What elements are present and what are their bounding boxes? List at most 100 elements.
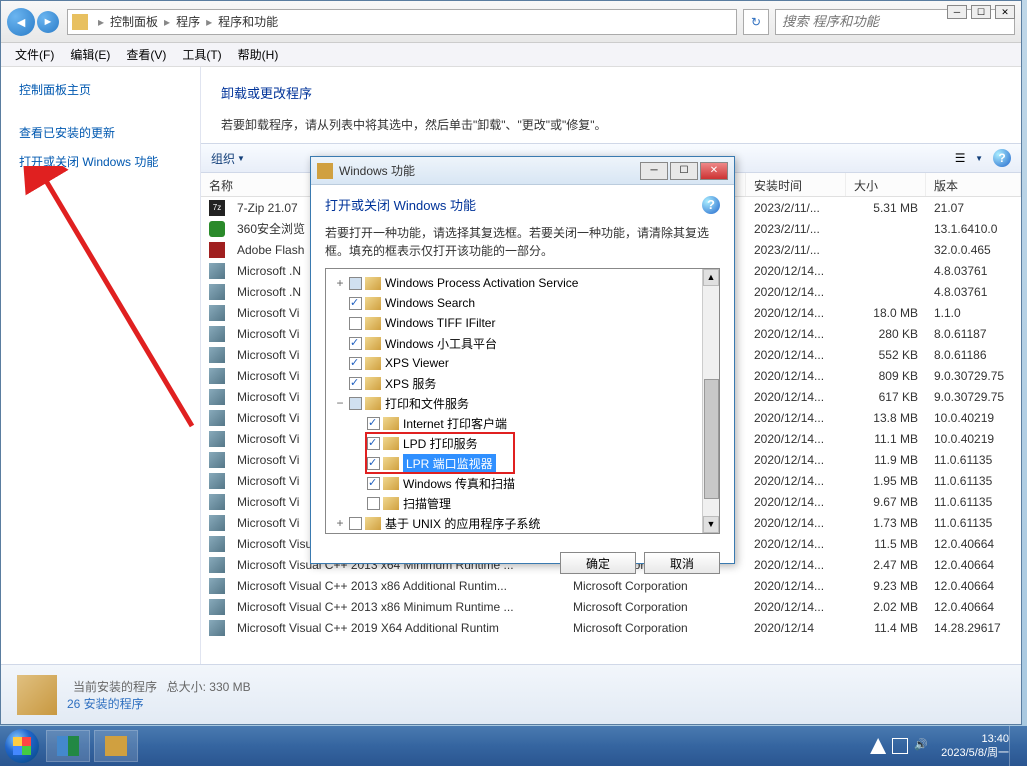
program-publisher: Microsoft Corporation bbox=[565, 596, 746, 618]
feature-item[interactable]: Internet 打印客户端 bbox=[328, 413, 717, 433]
program-version: 12.0.40664 bbox=[926, 596, 1021, 618]
program-icon bbox=[209, 263, 225, 279]
dialog-minimize[interactable]: ─ bbox=[640, 162, 668, 180]
forward-button[interactable]: ► bbox=[37, 11, 59, 33]
feature-item[interactable]: −打印和文件服务 bbox=[328, 393, 717, 413]
expand-icon[interactable]: + bbox=[334, 276, 346, 290]
program-date: 2020/12/14... bbox=[746, 533, 846, 555]
menu-help[interactable]: 帮助(H) bbox=[230, 44, 287, 65]
program-version: 11.0.61135 bbox=[926, 491, 1021, 513]
menu-edit[interactable]: 编辑(E) bbox=[62, 44, 118, 65]
menu-view[interactable]: 查看(V) bbox=[118, 44, 174, 65]
feature-checkbox[interactable] bbox=[367, 417, 380, 430]
program-version: 14.28.29617 bbox=[926, 617, 1021, 639]
program-date: 2020/12/14 bbox=[746, 617, 846, 639]
feature-item[interactable]: Windows 传真和扫描 bbox=[328, 473, 717, 493]
feature-checkbox[interactable] bbox=[367, 437, 380, 450]
breadcrumb-part[interactable]: 程序 bbox=[174, 13, 202, 30]
feature-checkbox[interactable] bbox=[367, 457, 380, 470]
help-icon[interactable]: ? bbox=[993, 149, 1011, 167]
program-row[interactable]: Microsoft Visual C++ 2013 x86 Minimum Ru… bbox=[201, 596, 1021, 617]
feature-item[interactable]: LPR 端口监视器 bbox=[328, 453, 717, 473]
taskbar-item[interactable] bbox=[46, 730, 90, 762]
action-center-icon[interactable] bbox=[892, 738, 908, 754]
feature-item[interactable]: Windows Search bbox=[328, 293, 717, 313]
feature-checkbox[interactable] bbox=[349, 517, 362, 530]
organize-dropdown-icon[interactable]: ▼ bbox=[237, 154, 245, 163]
sidebar-title[interactable]: 控制面板主页 bbox=[19, 81, 182, 106]
feature-checkbox[interactable] bbox=[349, 337, 362, 350]
cancel-button[interactable]: 取消 bbox=[644, 552, 720, 574]
minimize-button[interactable]: ─ bbox=[947, 5, 967, 19]
clock[interactable]: 13:40 2023/5/8/周一 bbox=[941, 732, 1009, 761]
tray-icon[interactable] bbox=[870, 738, 886, 754]
show-desktop[interactable] bbox=[1009, 726, 1019, 766]
program-date: 2020/12/14... bbox=[746, 491, 846, 513]
feature-checkbox[interactable] bbox=[349, 277, 362, 290]
program-size: 1.73 MB bbox=[846, 512, 926, 534]
feature-checkbox[interactable] bbox=[349, 377, 362, 390]
feature-checkbox[interactable] bbox=[367, 477, 380, 490]
program-row[interactable]: Microsoft Visual C++ 2019 X64 Additional… bbox=[201, 617, 1021, 638]
col-size[interactable]: 大小 bbox=[846, 173, 926, 196]
expand-icon[interactable]: − bbox=[334, 396, 346, 410]
feature-item[interactable]: Windows TIFF IFilter bbox=[328, 313, 717, 333]
feature-item[interactable]: LPD 打印服务 bbox=[328, 433, 717, 453]
program-size bbox=[846, 288, 926, 296]
feature-label: Windows Process Activation Service bbox=[385, 276, 578, 290]
program-size bbox=[846, 246, 926, 254]
col-date[interactable]: 安装时间 bbox=[746, 173, 846, 196]
breadcrumb[interactable]: ▸ 控制面板 ▸ 程序 ▸ 程序和功能 bbox=[67, 9, 737, 35]
dialog-maximize[interactable]: ☐ bbox=[670, 162, 698, 180]
program-size: 5.31 MB bbox=[846, 197, 926, 219]
start-button[interactable] bbox=[0, 726, 44, 766]
feature-checkbox[interactable] bbox=[349, 397, 362, 410]
dialog-titlebar[interactable]: Windows 功能 ─ ☐ ✕ bbox=[311, 157, 734, 185]
feature-item[interactable]: +基于 UNIX 的应用程序子系统 bbox=[328, 513, 717, 533]
scroll-down[interactable]: ▼ bbox=[703, 516, 719, 533]
taskbar-item[interactable] bbox=[94, 730, 138, 762]
program-size: 2.02 MB bbox=[846, 596, 926, 618]
program-size: 552 KB bbox=[846, 344, 926, 366]
program-size: 11.5 MB bbox=[846, 533, 926, 555]
feature-checkbox[interactable] bbox=[367, 497, 380, 510]
folder-icon bbox=[365, 297, 381, 310]
feature-label: LPD 打印服务 bbox=[403, 435, 478, 452]
dialog-close[interactable]: ✕ bbox=[700, 162, 728, 180]
close-button[interactable]: ✕ bbox=[995, 5, 1015, 19]
dialog-help-icon[interactable]: ? bbox=[702, 196, 720, 214]
sidebar-link-features[interactable]: 打开或关闭 Windows 功能 bbox=[19, 147, 182, 176]
tree-scrollbar[interactable]: ▲ ▼ bbox=[702, 269, 719, 533]
feature-item[interactable]: XPS Viewer bbox=[328, 353, 717, 373]
scroll-thumb[interactable] bbox=[704, 379, 719, 499]
feature-item[interactable]: Windows 小工具平台 bbox=[328, 333, 717, 353]
organize-button[interactable]: 组织 bbox=[211, 150, 235, 167]
breadcrumb-part[interactable]: 控制面板 bbox=[108, 13, 160, 30]
program-date: 2023/2/11/... bbox=[746, 218, 846, 240]
feature-label: XPS Viewer bbox=[385, 356, 449, 370]
program-name: Microsoft Visual C++ 2013 x86 Minimum Ru… bbox=[229, 596, 565, 618]
ok-button[interactable]: 确定 bbox=[560, 552, 636, 574]
scroll-up[interactable]: ▲ bbox=[703, 269, 719, 286]
program-icon bbox=[209, 221, 225, 237]
breadcrumb-part[interactable]: 程序和功能 bbox=[216, 13, 280, 30]
feature-checkbox[interactable] bbox=[349, 297, 362, 310]
feature-item[interactable]: XPS 服务 bbox=[328, 373, 717, 393]
feature-checkbox[interactable] bbox=[349, 317, 362, 330]
sidebar-link-updates[interactable]: 查看已安装的更新 bbox=[19, 118, 182, 147]
menu-tools[interactable]: 工具(T) bbox=[174, 44, 229, 65]
expand-icon[interactable]: + bbox=[334, 516, 346, 530]
features-tree: + Windows Process Activation Service Windo… bbox=[325, 268, 720, 534]
refresh-button[interactable]: ↻ bbox=[743, 9, 769, 35]
view-button[interactable]: ☰ bbox=[951, 149, 969, 167]
feature-item[interactable]: 扫描管理 bbox=[328, 493, 717, 513]
feature-checkbox[interactable] bbox=[349, 357, 362, 370]
volume-icon[interactable]: 🔊 bbox=[914, 738, 930, 754]
program-date: 2020/12/14... bbox=[746, 512, 846, 534]
feature-item[interactable]: + Windows Process Activation Service bbox=[328, 273, 717, 293]
program-version: 8.0.61186 bbox=[926, 344, 1021, 366]
back-button[interactable]: ◄ bbox=[7, 8, 35, 36]
maximize-button[interactable]: ☐ bbox=[971, 5, 991, 19]
col-version[interactable]: 版本 bbox=[926, 173, 1021, 196]
menu-file[interactable]: 文件(F) bbox=[7, 44, 62, 65]
